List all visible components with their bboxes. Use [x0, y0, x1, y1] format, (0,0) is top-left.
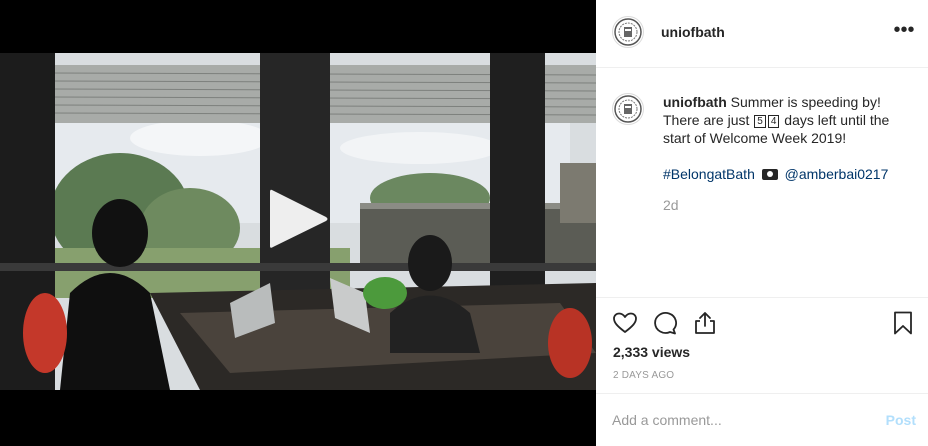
caption-tags: #BelongatBath @amberbai0217	[663, 165, 913, 183]
camera-icon	[761, 169, 778, 180]
share-button[interactable]	[692, 310, 718, 336]
post-actions: 2,333 views 2 DAYS AGO	[596, 297, 928, 393]
university-crest-icon	[614, 18, 642, 46]
more-options-icon: •••	[893, 19, 915, 41]
save-button[interactable]	[890, 310, 916, 336]
video-player[interactable]	[0, 0, 596, 446]
avatar[interactable]	[612, 16, 644, 48]
header-username[interactable]: uniofbath	[661, 24, 725, 40]
hashtag-link[interactable]: #BelongatBath	[663, 166, 755, 182]
comment-bubble-icon	[654, 312, 677, 335]
comment-input[interactable]	[612, 410, 862, 430]
post-date: 2 DAYS AGO	[613, 370, 675, 381]
post-side-panel: uniofbath ••• uniofbath Summer is speedi…	[596, 0, 928, 446]
bookmark-icon	[894, 311, 912, 335]
university-crest-icon	[614, 95, 642, 123]
like-button[interactable]	[612, 310, 638, 336]
digit-keycap: 4	[767, 115, 780, 128]
share-icon	[695, 312, 715, 334]
play-icon	[270, 189, 328, 248]
digit-keycap: 5	[754, 115, 766, 128]
comment-button[interactable]	[652, 310, 678, 336]
add-comment-bar: Post	[596, 393, 928, 446]
caption-avatar[interactable]	[612, 93, 644, 125]
view-count[interactable]: 2,333 views	[613, 344, 690, 360]
post-header: uniofbath •••	[596, 0, 928, 68]
heart-icon	[613, 312, 637, 333]
play-button[interactable]	[266, 186, 330, 252]
mention-link[interactable]: @amberbai0217	[785, 166, 889, 182]
caption-section: uniofbath Summer is speeding by! There a…	[596, 69, 928, 297]
more-options-button[interactable]: •••	[892, 19, 916, 44]
post-caption: uniofbath Summer is speeding by! There a…	[663, 93, 913, 183]
post-comment-button[interactable]: Post	[886, 412, 916, 428]
post-age: 2d	[663, 197, 679, 213]
caption-username[interactable]: uniofbath	[663, 94, 727, 110]
